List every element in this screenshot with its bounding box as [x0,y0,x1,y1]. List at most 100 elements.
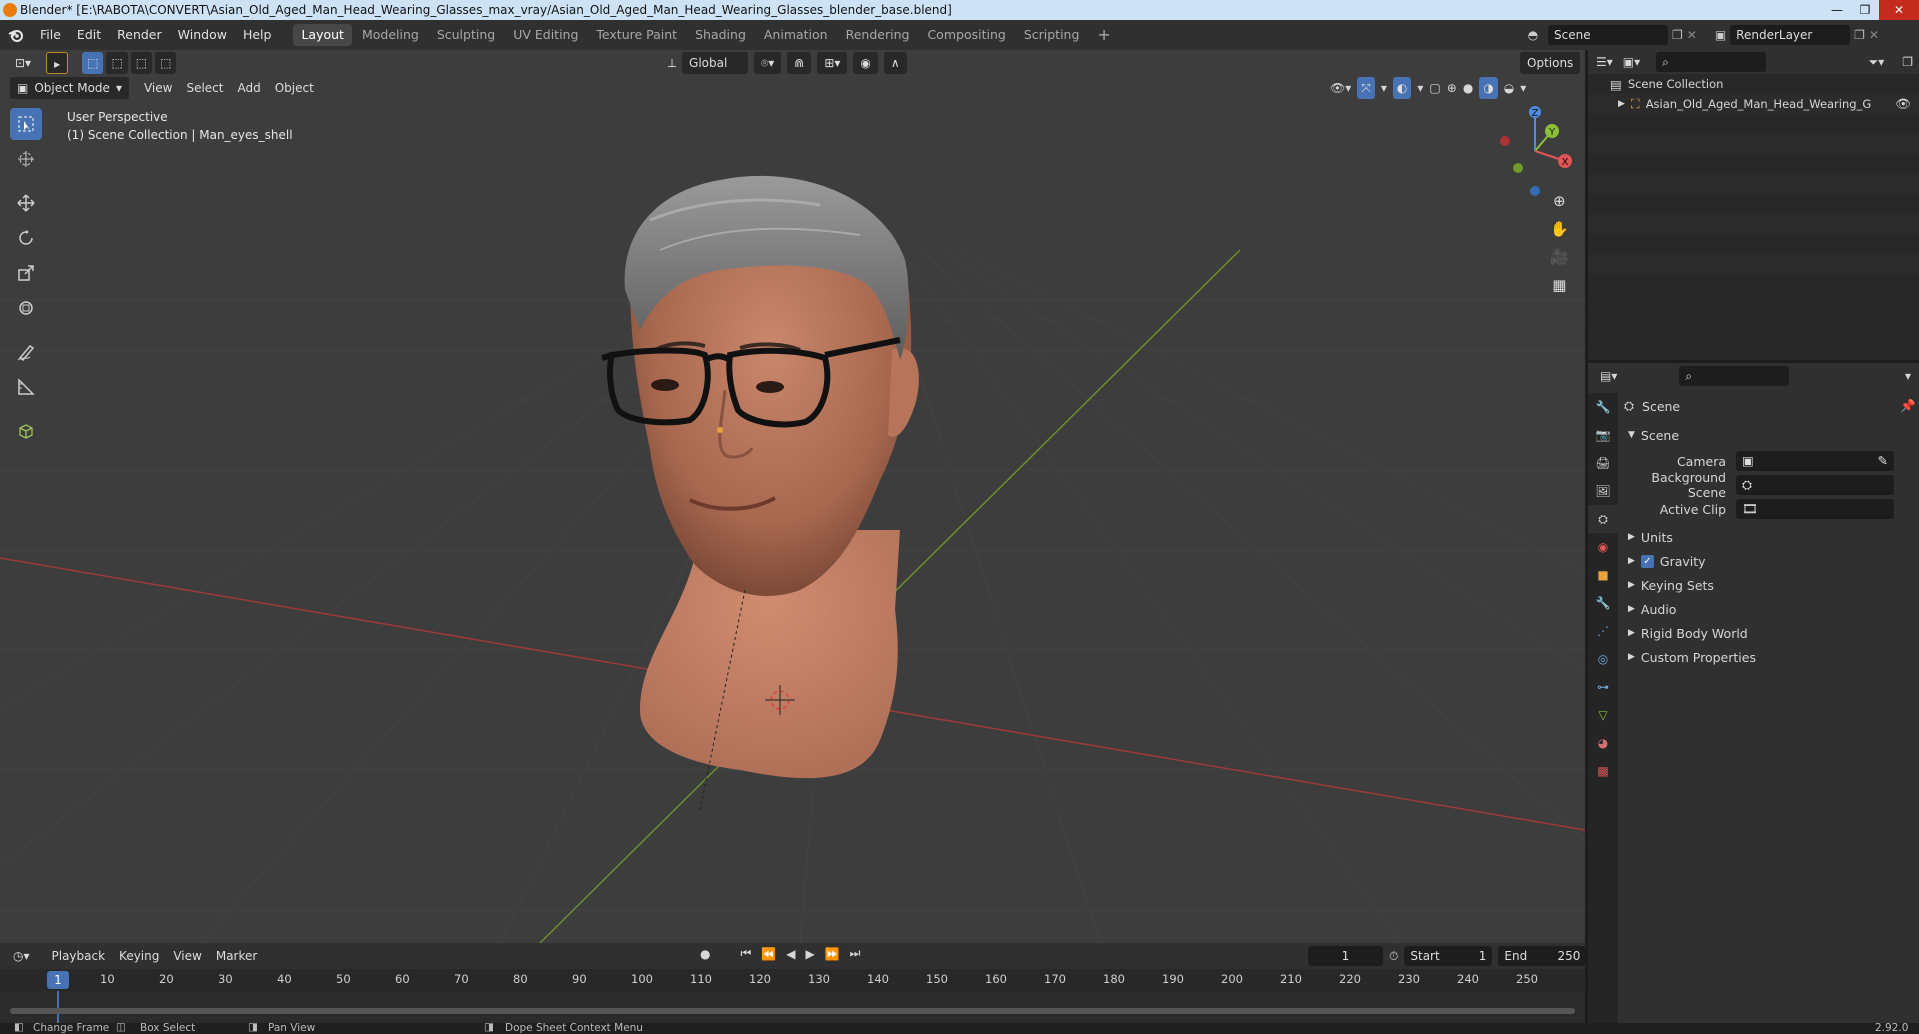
menu-render[interactable]: Render [109,20,170,50]
properties-options-icon[interactable]: ▾ [1905,369,1911,383]
viewport-menu-object[interactable]: Object [268,77,321,99]
constraint-tab-icon[interactable]: ⊶ [1588,673,1618,701]
falloff-icon[interactable]: ∧ [883,52,907,74]
tab-sculpting[interactable]: Sculpting [429,24,503,46]
viewport-menu-select[interactable]: Select [179,77,230,99]
tab-texture-paint[interactable]: Texture Paint [588,24,685,46]
shading-dropdown-icon[interactable]: ▾ [1520,81,1526,95]
select-subtract-icon[interactable]: ⬚ [130,51,153,74]
units-panel[interactable]: ▶ Units [1624,525,1916,549]
play-icon[interactable]: ▶ [805,947,814,961]
blender-menu-icon[interactable] [0,27,32,43]
eye-icon[interactable]: 👁 [1895,96,1911,112]
transform-orientation-icon[interactable]: ⟂ [668,56,676,71]
keying-sets-panel[interactable]: ▶ Keying Sets [1624,573,1916,597]
custom-properties-panel[interactable]: ▶ Custom Properties [1624,645,1916,669]
particles-tab-icon[interactable]: ⋰ [1588,617,1618,645]
object-tab-icon[interactable]: ■ [1588,561,1618,589]
render-tab-icon[interactable]: 📷 [1588,421,1618,449]
minimize-button[interactable]: — [1823,0,1851,20]
close-button[interactable]: ✕ [1879,0,1919,20]
frame-ruler[interactable]: 1 10 20 30 40 50 60 70 80 90 100 110 120 130 140 150 16… [0,969,1585,991]
end-frame-field[interactable]: End 250 [1498,946,1587,966]
tweak-tool-icon[interactable]: ▸ [46,51,69,74]
viewport-menu-add[interactable]: Add [230,77,267,99]
camera-field[interactable]: ▣ ✎ [1736,451,1894,471]
select-new-icon[interactable]: ⬚ [82,51,104,74]
editor-type-icon[interactable]: ⊡▾ [8,52,38,74]
select-invert-icon[interactable]: ⬚ [155,51,177,74]
camera-view-icon[interactable]: 🎥 [1550,248,1569,266]
render-layer-icon[interactable]: ▣ [1715,28,1726,42]
display-mode-icon[interactable]: ▣▾ [1623,55,1640,69]
pin-icon[interactable]: 📌 [1900,398,1916,414]
texture-tab-icon[interactable]: ▩ [1588,757,1618,785]
timeline-menu-view[interactable]: View [166,945,208,967]
orientation-dropdown[interactable]: Global [682,52,749,74]
timeline-editor-icon[interactable]: ◷▾ [6,945,37,967]
delete-scene-icon[interactable]: ✕ [1687,28,1697,42]
modifier-tab-icon[interactable]: 🔧 [1588,589,1618,617]
audio-panel[interactable]: ▶ Audio [1624,597,1916,621]
timeline-menu-keying[interactable]: Keying [112,945,166,967]
maximize-button[interactable]: ❐ [1851,0,1879,20]
physics-tab-icon[interactable]: ◎ [1588,645,1618,673]
annotate-tool-icon[interactable] [10,336,42,368]
scene-panel-header[interactable]: ▼ Scene [1624,423,1916,447]
pan-hand-icon[interactable]: ✋ [1550,220,1569,238]
render-layer-selector[interactable]: RenderLayer [1730,25,1851,45]
tab-modeling[interactable]: Modeling [354,24,427,46]
tab-compositing[interactable]: Compositing [919,24,1013,46]
view-layer-tab-icon[interactable]: 🖼 [1588,477,1618,505]
menu-edit[interactable]: Edit [69,20,109,50]
record-icon[interactable]: ● [700,947,710,961]
ortho-grid-icon[interactable]: ▦ [1552,276,1566,294]
gizmo-dropdown-icon[interactable]: ▾ [1381,81,1387,95]
overlay-toggle-icon[interactable]: ◐ [1392,77,1412,99]
clock-icon[interactable]: ⏱ [1389,949,1398,964]
tab-uv-editing[interactable]: UV Editing [505,24,586,46]
material-shading-icon[interactable]: ◑ [1479,77,1498,99]
measure-tool-icon[interactable] [10,371,42,403]
proportional-edit-icon[interactable]: ◉ [853,52,878,74]
menu-window[interactable]: Window [170,20,235,50]
tab-layout[interactable]: Layout [293,24,352,46]
new-scene-icon[interactable]: ❐ [1672,28,1683,42]
xray-icon[interactable]: ▢ [1429,81,1440,95]
rendered-shading-icon[interactable]: ◒ [1504,81,1514,95]
options-dropdown[interactable]: Options [1520,52,1581,74]
zoom-icon[interactable]: ⊕ [1553,192,1566,210]
visibility-icon[interactable]: 👁▾ [1330,81,1351,95]
menu-file[interactable]: File [32,20,69,50]
scene-tab-icon[interactable]: ⛭ [1588,505,1618,533]
gravity-checkbox[interactable]: ✓ [1640,554,1654,568]
rotate-tool-icon[interactable] [10,222,42,254]
tab-rendering[interactable]: Rendering [838,24,918,46]
tool-tab-icon[interactable]: 🔧 [1588,393,1618,421]
next-keyframe-icon[interactable]: ⏩ [825,947,840,961]
outliner-editor-icon[interactable]: ☰▾ [1596,55,1613,69]
tab-scripting[interactable]: Scripting [1016,24,1088,46]
add-cube-tool-icon[interactable] [10,415,42,447]
solid-shading-icon[interactable]: ● [1463,81,1473,95]
properties-editor-icon[interactable]: ▤▾ [1600,369,1617,383]
new-layer-icon[interactable]: ❐ [1854,28,1865,42]
tab-animation[interactable]: Animation [756,24,836,46]
rigid-body-world-panel[interactable]: ▶ Rigid Body World [1624,621,1916,645]
navigation-gizmo[interactable]: X Y Z [1490,106,1580,196]
current-frame-field[interactable]: 1 [1308,946,1383,966]
active-clip-field[interactable]: 🎞 [1736,499,1894,519]
snap-icon[interactable]: ⋒ [787,52,812,74]
new-collection-icon[interactable]: ❐ [1902,55,1913,69]
select-box-icon[interactable] [10,108,42,140]
outliner-item[interactable]: ▶ ⛶ Asian_Old_Aged_Man_Head_Wearing_Glas… [1588,94,1919,114]
prev-keyframe-icon[interactable]: ⏪ [761,947,776,961]
material-tab-icon[interactable]: ◕ [1588,729,1618,757]
move-tool-icon[interactable] [10,187,42,219]
pivot-point-icon[interactable]: ⌾▾ [754,52,782,74]
jump-end-icon[interactable]: ⏭ [850,946,861,961]
timeline-menu-playback[interactable]: Playback [45,945,113,967]
jump-start-icon[interactable]: ⏮ [740,946,751,961]
tab-shading[interactable]: Shading [687,24,754,46]
delete-layer-icon[interactable]: ✕ [1869,28,1879,42]
